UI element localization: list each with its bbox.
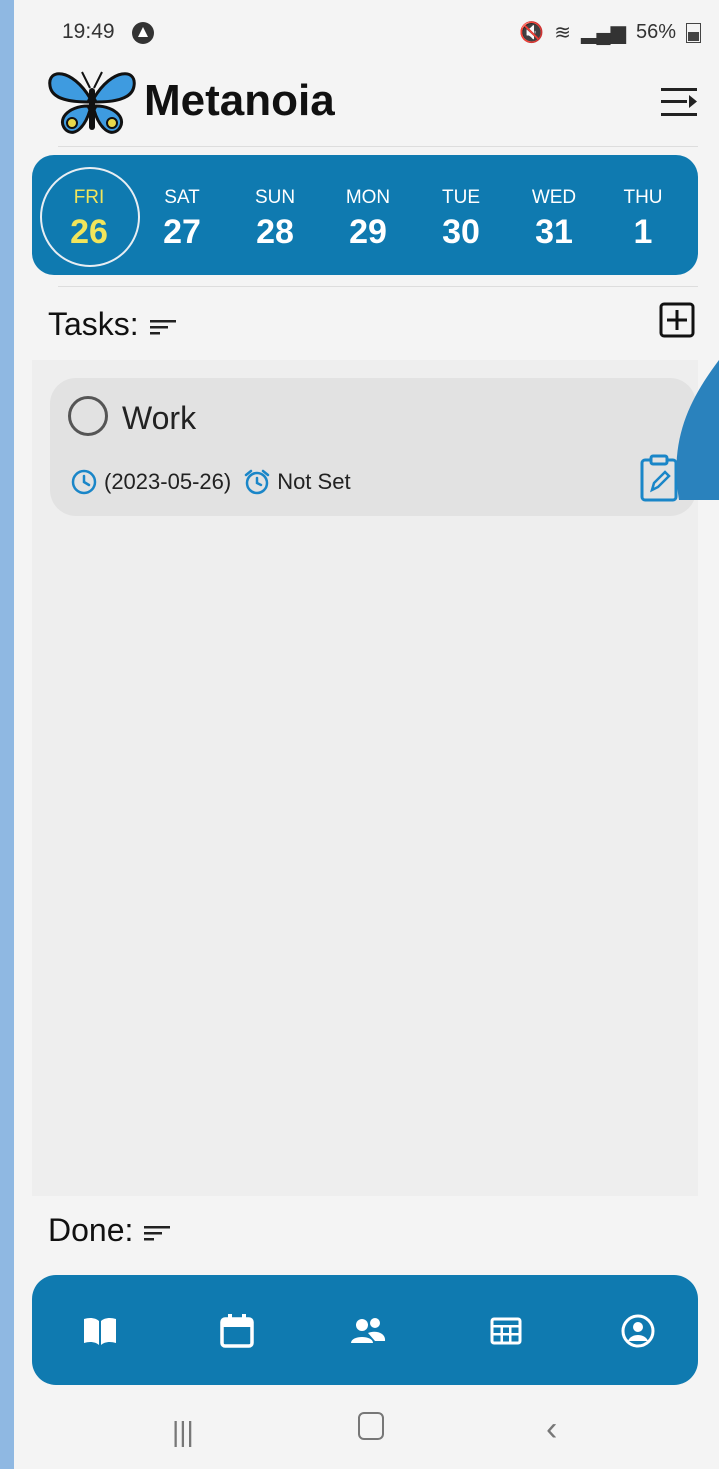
task-reminder: Not Set [277,469,351,494]
day-name: MON [345,187,391,208]
butterfly-logo-icon [48,71,136,134]
battery-level: 56% [635,21,676,43]
day-name: THU [623,187,663,208]
day-wed[interactable]: WED 31 [509,155,599,275]
calendar-icon[interactable] [217,1311,257,1351]
day-tue[interactable]: TUE 30 [416,155,506,275]
system-navigation: ||| ‹ [14,1390,719,1469]
status-bar: 19:49 🔇 ≋ ▂▄▆ 56% [14,0,719,62]
back-icon[interactable]: ‹ [546,1410,557,1449]
mute-icon: 🔇 [519,22,545,44]
week-divider [58,286,698,287]
day-number: 31 [535,213,573,251]
home-icon[interactable] [358,1412,384,1447]
book-icon[interactable] [80,1311,120,1351]
done-label: Done: [48,1212,134,1248]
day-name: SAT [164,187,200,208]
done-header: Done: [14,1200,719,1260]
app-header: Metanoia [14,62,719,146]
status-time: 19:49 [62,20,115,43]
app-screen: 19:49 🔇 ≋ ▂▄▆ 56% Metanoia FRI 26 SAT 27… [14,0,719,1469]
day-number: 29 [349,213,387,251]
day-fri[interactable]: FRI 26 [44,155,134,275]
status-indicators: 🔇 ≋ ▂▄▆ 56% [519,20,701,45]
header-divider [58,146,698,147]
day-number: 26 [70,213,108,251]
menu-collapse-icon[interactable] [659,82,699,122]
task-list: Work (2023-05-26) Not Set [32,360,698,1196]
grid-icon[interactable] [486,1311,526,1351]
day-thu[interactable]: THU 1 [598,155,688,275]
task-complete-checkbox[interactable] [68,396,108,436]
wifi-icon: ≋ [554,22,572,44]
battery-icon [686,22,701,43]
day-number: 27 [163,213,201,251]
decorative-swoosh [676,360,719,500]
tasks-label: Tasks: [48,306,139,342]
profile-icon[interactable] [618,1311,658,1351]
day-number: 1 [633,213,653,251]
alarm-icon[interactable] [243,468,271,496]
bottom-navigation [32,1275,698,1385]
week-day-selector: FRI 26 SAT 27 SUN 28 MON 29 TUE 30 WED 3… [32,155,698,275]
app-title: Metanoia [144,76,335,125]
day-sun[interactable]: SUN 28 [230,155,320,275]
day-number: 28 [256,213,294,251]
task-title: Work [122,400,197,436]
done-heading: Done: [48,1212,172,1249]
task-meta: (2023-05-26) Not Set [70,468,351,496]
task-date: (2023-05-26) [104,469,232,494]
clock-icon [71,469,97,495]
day-name: SUN [254,187,296,208]
day-sat[interactable]: SAT 27 [137,155,227,275]
day-name: TUE [442,187,480,208]
day-mon[interactable]: MON 29 [323,155,413,275]
people-icon[interactable] [348,1311,388,1351]
day-name: WED [531,187,577,208]
signal-icon: ▂▄▆ [581,22,626,44]
sort-icon[interactable] [142,1223,172,1243]
sort-icon[interactable] [148,317,178,337]
tasks-header: Tasks: [14,290,719,356]
notification-icon [132,22,154,44]
day-number: 30 [442,213,480,251]
tasks-heading: Tasks: [48,306,178,343]
recents-icon[interactable]: ||| [172,1416,194,1448]
day-name: FRI [73,187,105,208]
add-task-icon[interactable] [659,302,695,338]
task-card[interactable]: Work (2023-05-26) Not Set [50,378,696,516]
